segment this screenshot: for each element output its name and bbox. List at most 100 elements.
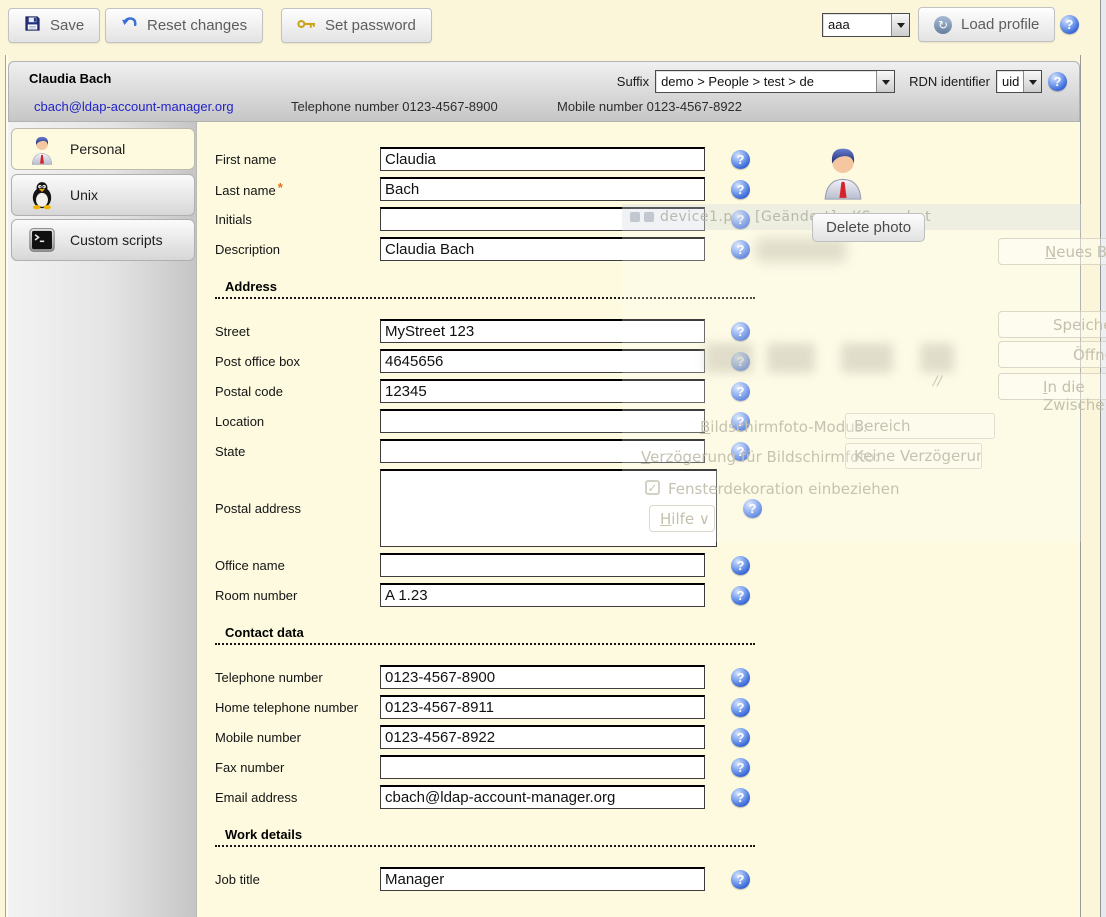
- set-password-button[interactable]: Set password: [281, 8, 432, 43]
- help-icon[interactable]: ?: [731, 442, 750, 461]
- field-row-street: Street ?: [215, 319, 1080, 343]
- help-icon[interactable]: ?: [731, 150, 750, 169]
- chevron-down-icon[interactable]: [891, 14, 909, 36]
- profile-select[interactable]: aaa: [822, 13, 910, 37]
- location-label: Location: [215, 414, 380, 429]
- room-number-input[interactable]: [380, 583, 705, 607]
- mobile-number-input[interactable]: [380, 725, 705, 749]
- help-icon[interactable]: ?: [731, 698, 750, 717]
- suffix-select-value: demo > People > test > de: [656, 71, 876, 92]
- chevron-down-icon[interactable]: [876, 71, 894, 92]
- postal-code-label: Postal code: [215, 384, 380, 399]
- user-photo-avatar: [820, 141, 932, 206]
- help-icon[interactable]: ?: [731, 758, 750, 777]
- field-row-description: Description ?: [215, 237, 1080, 261]
- tab-unix-label: Unix: [70, 187, 98, 203]
- field-row-post-office-box: Post office box ?: [215, 349, 1080, 373]
- tab-personal-label: Personal: [70, 141, 125, 157]
- save-button[interactable]: Save: [8, 8, 100, 43]
- description-input[interactable]: [380, 237, 705, 261]
- help-icon[interactable]: ?: [731, 668, 750, 687]
- office-name-input[interactable]: [380, 553, 705, 577]
- required-marker: *: [278, 180, 283, 195]
- tab-personal[interactable]: Personal: [11, 128, 195, 170]
- rdn-label: RDN identifier: [909, 74, 990, 89]
- rdn-select[interactable]: uid: [996, 70, 1042, 93]
- suffix-select[interactable]: demo > People > test > de: [655, 70, 895, 93]
- first-name-input[interactable]: [380, 147, 705, 171]
- state-label: State: [215, 444, 380, 459]
- key-icon: [297, 17, 316, 34]
- help-icon[interactable]: ?: [743, 499, 762, 518]
- home-telephone-number-input[interactable]: [380, 695, 705, 719]
- location-input[interactable]: [380, 409, 705, 433]
- field-row-postal-address: Postal address ?: [215, 469, 1080, 547]
- field-row-email-address: Email address ?: [215, 785, 1080, 809]
- field-row-location: Location ?: [215, 409, 1080, 433]
- last-name-label: Last name: [215, 183, 276, 198]
- home-telephone-number-label: Home telephone number: [215, 700, 380, 715]
- email-address-input[interactable]: [380, 785, 705, 809]
- section-header-contact-data: Contact data: [215, 623, 755, 645]
- job-title-input[interactable]: [380, 867, 705, 891]
- load-profile-label: Load profile: [961, 16, 1039, 33]
- person-icon: [27, 133, 57, 165]
- field-row-postal-code: Postal code ?: [215, 379, 1080, 403]
- state-input[interactable]: [380, 439, 705, 463]
- help-icon[interactable]: ?: [1048, 72, 1067, 91]
- rdn-select-value: uid: [997, 71, 1023, 92]
- personal-form: First name ? Last name* ? Initials ? Des…: [197, 122, 1080, 917]
- telephone-number-input[interactable]: [380, 665, 705, 689]
- field-row-room-number: Room number ?: [215, 583, 1080, 607]
- account-telephone-text: Telephone number 0123-4567-8900: [291, 99, 498, 114]
- help-icon[interactable]: ?: [731, 556, 750, 575]
- field-row-office-name: Office name ?: [215, 553, 1080, 577]
- tab-unix[interactable]: Unix: [11, 174, 195, 216]
- help-icon[interactable]: ?: [731, 728, 750, 747]
- field-row-home-telephone-number: Home telephone number ?: [215, 695, 1080, 719]
- last-name-input[interactable]: [380, 177, 705, 201]
- help-icon[interactable]: ?: [731, 322, 750, 341]
- reset-changes-button[interactable]: Reset changes: [105, 8, 263, 43]
- field-row-initials: Initials ?: [215, 207, 1080, 231]
- suffix-label: Suffix: [617, 74, 649, 89]
- field-row-fax-number: Fax number ?: [215, 755, 1080, 779]
- postal-code-input[interactable]: [380, 379, 705, 403]
- load-profile-button[interactable]: ↻ Load profile: [918, 7, 1055, 42]
- initials-input[interactable]: [380, 207, 705, 231]
- help-icon[interactable]: ?: [731, 586, 750, 605]
- delete-photo-button[interactable]: Delete photo: [812, 213, 925, 242]
- post-office-box-input[interactable]: [380, 349, 705, 373]
- profile-select-value: aaa: [823, 14, 891, 36]
- help-icon[interactable]: ?: [731, 870, 750, 889]
- first-name-label: First name: [215, 152, 380, 167]
- help-icon[interactable]: ?: [731, 788, 750, 807]
- field-row-last-name: Last name* ?: [215, 177, 1080, 201]
- undo-arrow-icon: [121, 15, 138, 36]
- browser-scrollbar[interactable]: [1100, 0, 1106, 917]
- field-row-state: State ?: [215, 439, 1080, 463]
- help-icon[interactable]: ?: [731, 352, 750, 371]
- field-row-job-title: Job title ?: [215, 867, 1080, 891]
- help-icon[interactable]: ?: [731, 180, 750, 199]
- account-mobile-text: Mobile number 0123-4567-8922: [557, 99, 742, 114]
- account-email-link[interactable]: cbach@ldap-account-manager.org: [34, 99, 234, 114]
- street-input[interactable]: [380, 319, 705, 343]
- fax-number-label: Fax number: [215, 760, 380, 775]
- chevron-down-icon[interactable]: [1023, 71, 1041, 92]
- field-row-mobile-number: Mobile number ?: [215, 725, 1080, 749]
- fax-number-input[interactable]: [380, 755, 705, 779]
- help-icon[interactable]: ?: [731, 210, 750, 229]
- telephone-number-label: Telephone number: [215, 670, 380, 685]
- help-icon[interactable]: ?: [731, 412, 750, 431]
- tab-custom-scripts-label: Custom scripts: [70, 232, 163, 248]
- help-icon[interactable]: ?: [731, 382, 750, 401]
- postal-address-textarea[interactable]: [380, 469, 717, 547]
- field-row-telephone-number: Telephone number ?: [215, 665, 1080, 689]
- help-icon[interactable]: ?: [731, 240, 750, 259]
- description-label: Description: [215, 242, 380, 257]
- help-icon[interactable]: ?: [1060, 15, 1079, 34]
- street-label: Street: [215, 324, 380, 339]
- tab-custom-scripts[interactable]: Custom scripts: [11, 219, 195, 261]
- section-header-address: Address: [215, 277, 755, 299]
